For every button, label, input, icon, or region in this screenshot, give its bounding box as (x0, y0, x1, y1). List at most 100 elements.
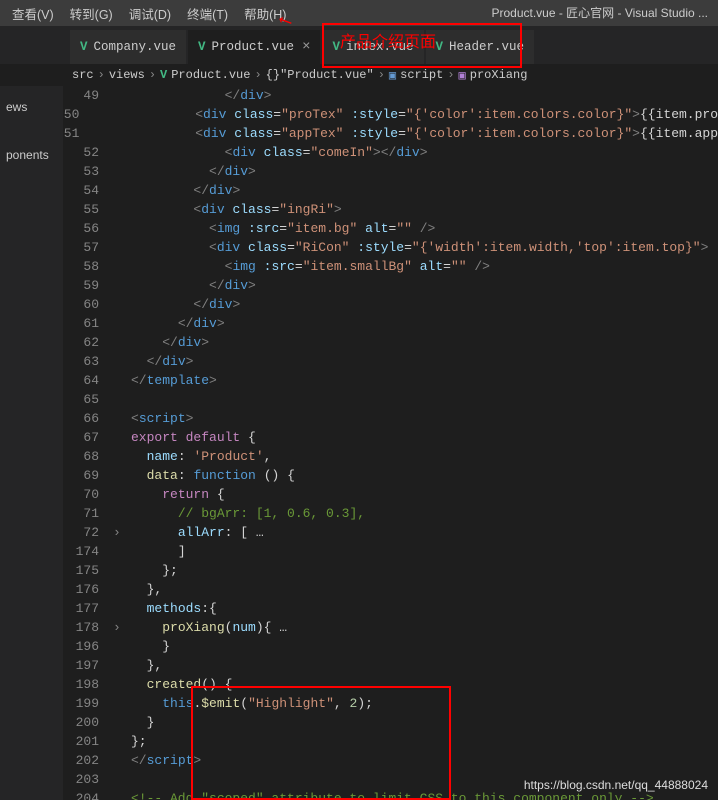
fold-icon[interactable] (113, 675, 131, 694)
code-line[interactable]: 63 </div> (63, 352, 718, 371)
fold-icon[interactable] (113, 466, 131, 485)
fold-icon[interactable] (113, 504, 131, 523)
menu-item[interactable]: 调试(D) (121, 1, 179, 26)
code-content[interactable]: </div> (131, 162, 718, 181)
bc-item[interactable]: src (72, 68, 94, 82)
code-content[interactable]: methods:{ (131, 599, 718, 618)
code-line[interactable]: 64</template> (63, 371, 718, 390)
code-line[interactable]: 66<script> (63, 409, 718, 428)
code-line[interactable]: 177 methods:{ (63, 599, 718, 618)
code-line[interactable]: 62 </div> (63, 333, 718, 352)
menu-item[interactable]: 查看(V) (4, 1, 62, 26)
fold-icon[interactable] (113, 295, 131, 314)
code-line[interactable]: 58 <img :src="item.smallBg" alt="" /> (63, 257, 718, 276)
fold-icon[interactable] (113, 561, 131, 580)
fold-icon[interactable] (93, 105, 101, 124)
code-editor[interactable]: 49 </div>50 <div class="proTex" :style="… (63, 86, 718, 800)
code-line[interactable]: 49 </div> (63, 86, 718, 105)
fold-icon[interactable] (113, 409, 131, 428)
fold-icon[interactable] (113, 447, 131, 466)
code-line[interactable]: 54 </div> (63, 181, 718, 200)
code-content[interactable]: // bgArr: [1, 0.6, 0.3], (131, 504, 718, 523)
bc-item[interactable]: "Product.vue" (280, 68, 374, 82)
code-content[interactable]: allArr: [ … (131, 523, 718, 542)
code-line[interactable]: 72› allArr: [ … (63, 523, 718, 542)
code-content[interactable]: }, (131, 656, 718, 675)
fold-icon[interactable] (113, 86, 131, 105)
code-content[interactable] (131, 390, 718, 409)
code-content[interactable]: <div class="RiCon" :style="{'width':item… (131, 238, 718, 257)
code-content[interactable]: <div class="ingRi"> (131, 200, 718, 219)
fold-icon[interactable] (113, 257, 131, 276)
fold-icon[interactable] (113, 200, 131, 219)
code-line[interactable]: 202</script> (63, 751, 718, 770)
fold-icon[interactable] (113, 238, 131, 257)
fold-icon[interactable] (113, 371, 131, 390)
fold-icon[interactable] (113, 713, 131, 732)
code-line[interactable]: 55 <div class="ingRi"> (63, 200, 718, 219)
code-line[interactable]: 50 <div class="proTex" :style="{'color':… (63, 105, 718, 124)
code-content[interactable]: </div> (131, 181, 718, 200)
fold-icon[interactable] (113, 789, 131, 800)
code-content[interactable]: </div> (131, 86, 718, 105)
code-content[interactable]: <script> (131, 409, 718, 428)
code-content[interactable]: created() { (131, 675, 718, 694)
code-line[interactable]: 197 }, (63, 656, 718, 675)
fold-icon[interactable] (113, 314, 131, 333)
fold-icon[interactable] (113, 580, 131, 599)
code-line[interactable]: 176 }, (63, 580, 718, 599)
code-content[interactable]: proXiang(num){ … (131, 618, 718, 637)
code-line[interactable]: 174 ] (63, 542, 718, 561)
fold-icon[interactable]: › (113, 618, 131, 637)
code-content[interactable]: </div> (131, 352, 718, 371)
bc-item[interactable]: proXiang (470, 68, 528, 82)
menu-item[interactable]: 终端(T) (179, 1, 236, 26)
code-content[interactable]: } (131, 713, 718, 732)
code-line[interactable]: 69 data: function () { (63, 466, 718, 485)
code-content[interactable]: return { (131, 485, 718, 504)
code-line[interactable]: 175 }; (63, 561, 718, 580)
code-content[interactable]: <div class="proTex" :style="{'color':ite… (102, 105, 718, 124)
code-line[interactable]: 56 <img :src="item.bg" alt="" /> (63, 219, 718, 238)
sidebar-item[interactable]: ponents (0, 144, 63, 166)
code-content[interactable]: <div class="comeIn"></div> (131, 143, 718, 162)
fold-icon[interactable] (113, 162, 131, 181)
code-line[interactable]: 70 return { (63, 485, 718, 504)
code-line[interactable]: 60 </div> (63, 295, 718, 314)
fold-icon[interactable]: › (113, 523, 131, 542)
code-content[interactable]: </script> (131, 751, 718, 770)
code-content[interactable]: data: function () { (131, 466, 718, 485)
code-line[interactable]: 71 // bgArr: [1, 0.6, 0.3], (63, 504, 718, 523)
code-line[interactable]: 61 </div> (63, 314, 718, 333)
code-content[interactable]: }, (131, 580, 718, 599)
menu-item[interactable]: 转到(G) (62, 1, 121, 26)
code-content[interactable]: </div> (131, 295, 718, 314)
code-line[interactable]: 65 (63, 390, 718, 409)
fold-icon[interactable] (113, 770, 131, 789)
fold-icon[interactable] (113, 751, 131, 770)
code-line[interactable]: 67export default { (63, 428, 718, 447)
fold-icon[interactable] (113, 428, 131, 447)
code-line[interactable]: 53 </div> (63, 162, 718, 181)
code-line[interactable]: 201}; (63, 732, 718, 751)
fold-icon[interactable] (113, 181, 131, 200)
sidebar-item[interactable]: ews (0, 96, 63, 118)
fold-icon[interactable] (113, 276, 131, 295)
fold-icon[interactable] (113, 219, 131, 238)
code-content[interactable]: name: 'Product', (131, 447, 718, 466)
fold-icon[interactable] (113, 542, 131, 561)
fold-icon[interactable] (113, 656, 131, 675)
code-content[interactable]: </div> (131, 314, 718, 333)
fold-icon[interactable] (113, 333, 131, 352)
code-line[interactable]: 57 <div class="RiCon" :style="{'width':i… (63, 238, 718, 257)
fold-icon[interactable] (93, 124, 101, 143)
fold-icon[interactable] (113, 732, 131, 751)
code-line[interactable]: 51 <div class="appTex" :style="{'color':… (63, 124, 718, 143)
code-line[interactable]: 196 } (63, 637, 718, 656)
code-content[interactable]: ] (131, 542, 718, 561)
bc-item[interactable]: script (400, 68, 443, 82)
code-content[interactable]: export default { (131, 428, 718, 447)
bc-item[interactable]: {} (266, 68, 280, 82)
fold-icon[interactable] (113, 599, 131, 618)
close-icon[interactable]: × (302, 39, 310, 55)
